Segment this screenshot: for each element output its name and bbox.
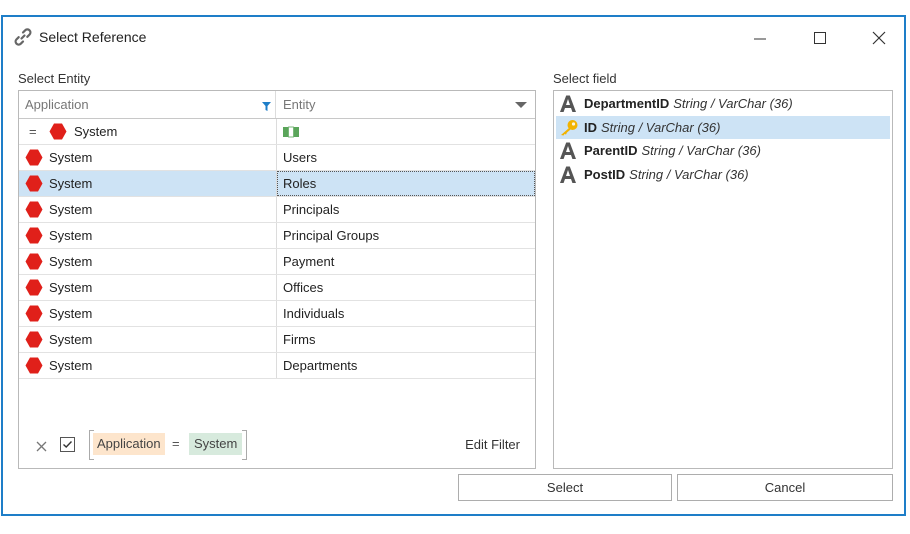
column-separator bbox=[276, 119, 277, 144]
table-row[interactable]: System Offices bbox=[19, 275, 535, 301]
column-separator bbox=[276, 327, 277, 352]
application-cell: System bbox=[49, 228, 93, 243]
filter-panel: Application = System Edit Filter bbox=[19, 424, 535, 468]
grid-header: Application Entity bbox=[19, 91, 535, 119]
application-cell: System bbox=[49, 254, 93, 269]
text-field-icon bbox=[559, 165, 577, 191]
field-list: DepartmentID String / VarChar (36) ID Strin… bbox=[553, 90, 893, 469]
entity-hex-icon bbox=[25, 305, 43, 322]
checkmark-icon bbox=[63, 441, 73, 448]
entity-cell: Individuals bbox=[283, 306, 345, 321]
entity-hex-icon bbox=[25, 175, 43, 192]
column-separator bbox=[276, 249, 277, 274]
entity-cell: Payment bbox=[283, 254, 335, 269]
field-type: String / VarChar (36) bbox=[601, 119, 721, 135]
application-cell: System bbox=[49, 358, 93, 373]
application-cell: System bbox=[49, 202, 93, 217]
field-type: String / VarChar (36) bbox=[641, 143, 761, 158]
field-name: ID bbox=[584, 119, 597, 135]
field-name: PostID bbox=[584, 166, 626, 182]
cancel-button[interactable]: Cancel bbox=[677, 474, 893, 501]
list-item[interactable]: ID String / VarChar (36) bbox=[556, 115, 890, 139]
entity-cell: Principals bbox=[283, 202, 340, 217]
entity-cell: Principal Groups bbox=[283, 228, 380, 243]
application-cell: System bbox=[49, 176, 93, 191]
entity-hex-icon bbox=[25, 357, 43, 374]
select-button[interactable]: Select bbox=[458, 474, 672, 501]
minimize-icon bbox=[754, 38, 766, 40]
column-application-label: Application bbox=[25, 97, 89, 112]
table-row[interactable]: System Principals bbox=[19, 197, 535, 223]
filter-bracket-right bbox=[242, 430, 247, 460]
field-type: String / VarChar (36) bbox=[629, 166, 749, 182]
entity-grid: Application Entity = System System Users… bbox=[18, 90, 536, 469]
field-name: DepartmentID bbox=[584, 96, 670, 111]
column-separator bbox=[276, 223, 277, 248]
select-field-label: Select field bbox=[553, 71, 617, 86]
filter-field-chip[interactable]: Application bbox=[93, 433, 165, 455]
entity-hex-icon bbox=[25, 201, 43, 218]
column-entity[interactable]: Entity bbox=[277, 91, 535, 118]
table-row[interactable]: System Principal Groups bbox=[19, 223, 535, 249]
entity-cell: Firms bbox=[283, 332, 316, 347]
entity-cell: Offices bbox=[283, 280, 324, 295]
list-item[interactable]: ParentID String / VarChar (36) bbox=[556, 139, 890, 162]
column-entity-label: Entity bbox=[283, 97, 316, 112]
entity-hex-icon bbox=[25, 227, 43, 244]
filter-operator[interactable]: = bbox=[29, 119, 37, 144]
select-reference-dialog: Select Reference Select Entity Applicati… bbox=[1, 15, 906, 516]
column-separator bbox=[276, 275, 277, 300]
select-entity-label: Select Entity bbox=[18, 71, 91, 86]
table-row[interactable]: System Roles bbox=[19, 171, 535, 197]
filter-icon[interactable] bbox=[262, 93, 271, 120]
table-row[interactable]: System Users bbox=[19, 145, 535, 171]
close-icon bbox=[872, 31, 886, 45]
clear-filter-icon[interactable] bbox=[36, 440, 47, 455]
field-name: ParentID bbox=[584, 143, 638, 158]
auto-filter-row[interactable]: = System bbox=[19, 119, 535, 145]
column-separator bbox=[276, 197, 277, 222]
application-cell: System bbox=[49, 150, 93, 165]
entity-cell: Departments bbox=[283, 358, 358, 373]
entity-cell: Users bbox=[283, 150, 317, 165]
application-cell: System bbox=[49, 332, 93, 347]
focused-cell bbox=[277, 171, 535, 196]
entity-hex-icon bbox=[25, 253, 43, 270]
application-cell: System bbox=[49, 306, 93, 321]
entity-hex-icon bbox=[49, 123, 67, 140]
column-separator bbox=[276, 301, 277, 326]
table-row[interactable]: System Individuals bbox=[19, 301, 535, 327]
dialog-title: Select Reference bbox=[39, 29, 147, 45]
filter-operator-chip: = bbox=[172, 436, 180, 451]
list-item[interactable]: PostID String / VarChar (36) bbox=[556, 163, 890, 186]
maximize-icon bbox=[814, 32, 826, 44]
filter-application-value[interactable]: System bbox=[74, 119, 117, 144]
table-row[interactable]: System Payment bbox=[19, 249, 535, 275]
table-row[interactable]: System Firms bbox=[19, 327, 535, 353]
column-application[interactable]: Application bbox=[19, 91, 276, 118]
filter-enabled-checkbox[interactable] bbox=[60, 437, 75, 452]
text-filter-icon[interactable] bbox=[283, 126, 299, 141]
table-row[interactable]: System Departments bbox=[19, 353, 535, 379]
list-item[interactable]: DepartmentID String / VarChar (36) bbox=[556, 92, 890, 115]
entity-hex-icon bbox=[25, 149, 43, 166]
maximize-button[interactable] bbox=[798, 23, 842, 53]
entity-hex-icon bbox=[25, 279, 43, 296]
close-button[interactable] bbox=[857, 23, 901, 53]
link-icon bbox=[13, 27, 33, 47]
entity-hex-icon bbox=[25, 331, 43, 348]
title-bar: Select Reference bbox=[3, 17, 904, 57]
column-separator bbox=[276, 145, 277, 170]
minimize-button[interactable] bbox=[738, 23, 782, 53]
application-cell: System bbox=[49, 280, 93, 295]
edit-filter-link[interactable]: Edit Filter bbox=[465, 437, 520, 452]
column-separator bbox=[276, 353, 277, 378]
filter-value-chip[interactable]: System bbox=[189, 433, 243, 455]
field-type: String / VarChar (36) bbox=[673, 96, 793, 111]
